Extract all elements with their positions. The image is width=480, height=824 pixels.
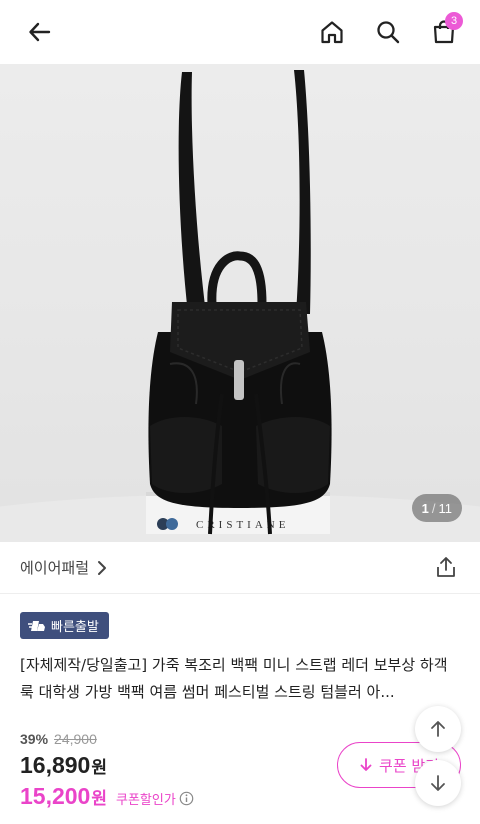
cart-button[interactable]: 3 (426, 12, 463, 50)
coupon-price: 15,200 (20, 783, 91, 809)
discount-row: 39% 24,900 (20, 731, 97, 747)
fast-delivery-label: 빠른출발 (51, 620, 99, 635)
scroll-down-button[interactable] (415, 760, 461, 806)
coupon-price-row: 15,200 원 쿠폰할인가 (20, 783, 194, 810)
top-header: 3 (0, 0, 480, 64)
share-icon (437, 557, 455, 577)
product-title: [자체제작/당일출고] 가죽 복조리 백팩 미니 스트랩 레더 보부상 하객룩 … (20, 656, 448, 701)
cart-count-badge: 3 (445, 12, 463, 30)
coupon-price-label: 쿠폰할인가 (116, 793, 176, 808)
original-price: 24,900 (54, 731, 97, 747)
arrow-left-icon (29, 22, 51, 42)
search-button[interactable] (370, 14, 406, 50)
home-icon (321, 21, 343, 44)
download-arrow-icon (360, 758, 372, 771)
image-counter-separator: / (431, 500, 436, 516)
back-button[interactable] (22, 14, 58, 50)
sale-price-row: 16,890 원 (20, 752, 107, 779)
search-icon (377, 21, 400, 44)
product-image-carousel[interactable]: CRISTIANE 1 / 11 (0, 64, 480, 542)
share-button[interactable] (434, 555, 458, 583)
brand-row: 에이어패럴 (0, 542, 480, 594)
discount-rate: 39% (20, 731, 49, 747)
info-icon[interactable] (179, 791, 194, 806)
sale-price: 16,890 (20, 752, 91, 778)
home-button[interactable] (314, 14, 350, 50)
arrow-down-icon (431, 775, 445, 791)
image-counter: 1 / 11 (411, 494, 462, 522)
arrow-up-icon (431, 721, 445, 737)
coupon-price-unit: 원 (91, 789, 107, 809)
image-counter-current: 1 (421, 500, 429, 516)
fast-delivery-badge: 빠른출발 (20, 612, 109, 639)
sale-price-unit: 원 (91, 758, 107, 778)
image-counter-total: 11 (438, 500, 453, 516)
delivery-truck-icon (28, 620, 45, 631)
chevron-right-icon[interactable] (96, 558, 108, 578)
backpack-photo: CRISTIANE (0, 70, 480, 542)
scroll-up-button[interactable] (415, 706, 461, 752)
brand-link[interactable]: 에이어패럴 (20, 557, 89, 578)
